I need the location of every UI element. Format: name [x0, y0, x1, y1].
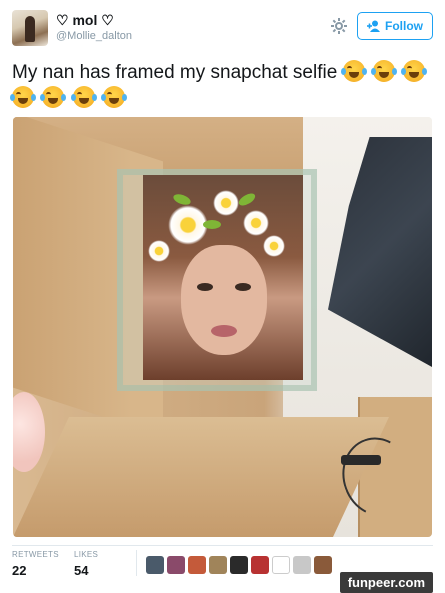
- gear-icon[interactable]: [331, 18, 347, 34]
- tweet-header: ♡ mol ♡ @Mollie_dalton Follow: [12, 10, 433, 50]
- divider: [12, 545, 433, 546]
- flower-crown-flower: [168, 205, 208, 245]
- retweets-stat[interactable]: RETWEETS 22: [12, 550, 59, 578]
- display-name[interactable]: ♡ mol ♡: [56, 12, 114, 29]
- liker-avatar[interactable]: [146, 556, 164, 574]
- tears-of-joy-icon: [10, 86, 36, 108]
- liker-avatar[interactable]: [272, 556, 290, 574]
- flower-crown-leaf: [203, 220, 221, 229]
- likes-count: 54: [74, 563, 89, 578]
- tears-of-joy-icon: [370, 60, 397, 82]
- retweets-label: RETWEETS: [12, 550, 59, 559]
- flower-crown-flower: [148, 240, 170, 262]
- add-user-icon: [367, 20, 380, 32]
- flower-crown-leaf: [236, 191, 258, 208]
- follow-label: Follow: [385, 19, 423, 33]
- flower-crown-flower: [243, 210, 269, 236]
- likes-stat[interactable]: LIKES 54: [74, 550, 98, 578]
- likes-label: LIKES: [74, 550, 99, 559]
- framed-selfie: [143, 175, 303, 380]
- liker-avatars: [146, 556, 332, 574]
- tears-of-joy-icon: [100, 86, 127, 108]
- flower-crown-flower: [213, 190, 239, 216]
- liker-avatar[interactable]: [314, 556, 332, 574]
- pink-object: [13, 392, 45, 472]
- tweet-body: My nan has framed my snapchat selfie: [12, 62, 338, 83]
- tears-of-joy-icon: [40, 86, 67, 108]
- tears-of-joy-icon: [340, 60, 367, 82]
- liker-avatar[interactable]: [230, 556, 248, 574]
- retweets-count: 22: [12, 563, 27, 578]
- lips: [211, 325, 237, 337]
- stats-separator: [136, 550, 137, 576]
- user-handle[interactable]: @Mollie_dalton: [56, 30, 132, 42]
- tears-of-joy-icon: [70, 86, 97, 108]
- tweet-text: My nan has framed my snapchat selfie: [10, 60, 432, 112]
- liker-avatar[interactable]: [167, 556, 185, 574]
- left-eye: [197, 283, 213, 291]
- tears-of-joy-icon: [401, 60, 428, 82]
- right-eye: [235, 283, 251, 291]
- face: [181, 245, 267, 355]
- liker-avatar[interactable]: [188, 556, 206, 574]
- tweet-photo[interactable]: [13, 117, 432, 537]
- liker-avatar[interactable]: [293, 556, 311, 574]
- liker-avatar[interactable]: [251, 556, 269, 574]
- avatar[interactable]: [12, 10, 48, 46]
- liker-avatar[interactable]: [209, 556, 227, 574]
- plug: [341, 455, 381, 465]
- follow-button[interactable]: Follow: [357, 12, 433, 40]
- flower-crown-flower: [263, 235, 285, 257]
- shelf-board: [13, 417, 389, 537]
- watermark: funpeer.com: [339, 572, 433, 593]
